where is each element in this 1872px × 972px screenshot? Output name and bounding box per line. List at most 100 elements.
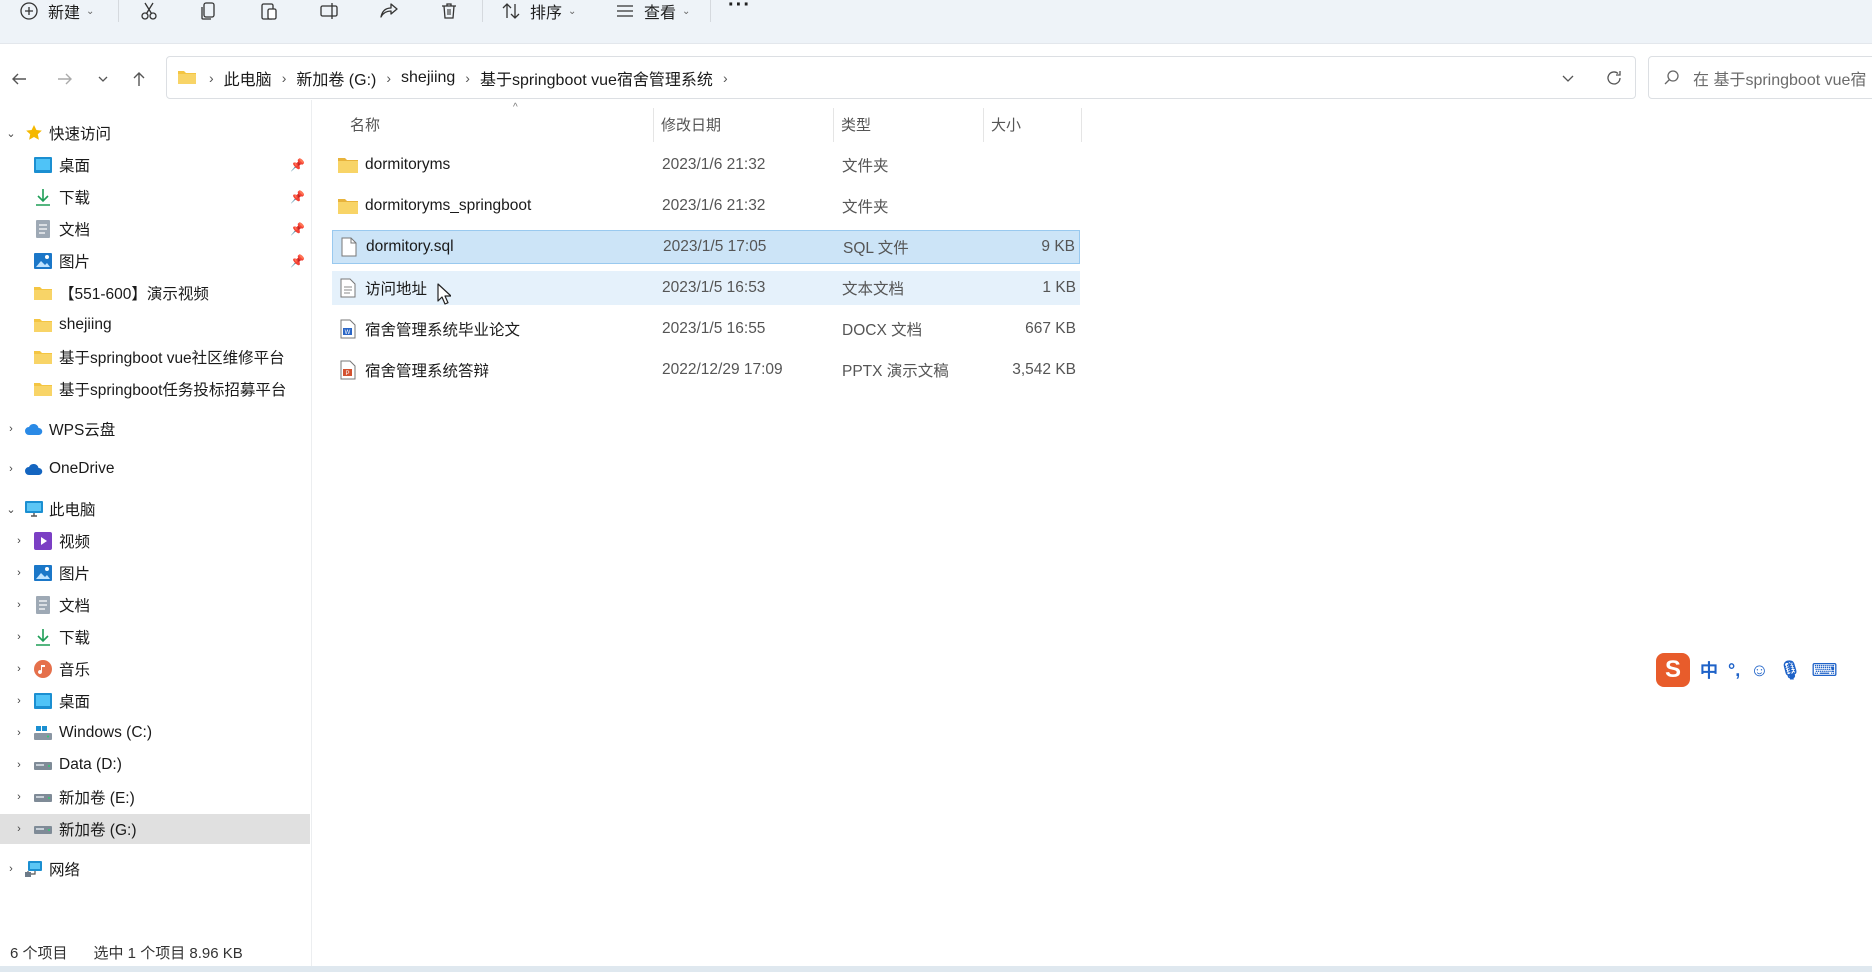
chevron-right-icon[interactable]: › xyxy=(12,726,26,740)
sidebar-item-recent-folder[interactable]: 【551-600】演示视频 xyxy=(0,278,310,308)
forward-button[interactable] xyxy=(54,68,76,90)
rename-icon xyxy=(318,0,340,22)
new-button[interactable]: 新建 ⌄ xyxy=(18,0,94,22)
share-icon xyxy=(378,0,400,22)
file-row[interactable]: P 宿舍管理系统答辩 2022/12/29 17:09 PPTX 演示文稿 3,… xyxy=(332,353,1080,387)
chevron-right-icon[interactable]: › xyxy=(4,862,18,876)
copy-button[interactable] xyxy=(198,0,220,22)
chevron-right-icon[interactable]: › xyxy=(4,462,18,476)
paste-button[interactable] xyxy=(258,0,280,22)
microphone-icon[interactable]: 🎙 xyxy=(1779,660,1802,681)
sidebar-item-downloads[interactable]: › 下载 xyxy=(0,622,310,652)
sidebar-item-wps-cloud[interactable]: › WPS云盘 xyxy=(0,414,310,444)
sidebar-item-recent-folder[interactable]: shejiing xyxy=(0,310,310,340)
chevron-right-icon[interactable]: › xyxy=(12,694,26,708)
sidebar-item-network[interactable]: › 网络 xyxy=(0,854,310,884)
punctuation-icon[interactable]: °, xyxy=(1728,660,1740,681)
navigation-bar: › 此电脑 › 新加卷 (G:) › shejiing › 基于springboot … xyxy=(0,56,1872,100)
breadcrumb-this-pc[interactable]: 此电脑 › xyxy=(224,66,297,90)
column-divider[interactable] xyxy=(1081,108,1082,142)
ellipsis-icon: ··· xyxy=(728,0,751,16)
sidebar-item-desktop[interactable]: › 桌面 xyxy=(0,686,310,716)
chevron-right-icon[interactable]: › xyxy=(12,758,26,772)
sidebar-item-music[interactable]: › 音乐 xyxy=(0,654,310,684)
rename-button[interactable] xyxy=(318,0,340,22)
back-button[interactable] xyxy=(8,68,30,90)
recent-locations-button[interactable] xyxy=(92,68,114,90)
file-row[interactable]: dormitoryms 2023/1/6 21:32 文件夹 xyxy=(332,148,1080,182)
sidebar-item-drive-e[interactable]: › 新加卷 (E:) xyxy=(0,782,310,812)
sidebar-item-pictures[interactable]: › 图片 xyxy=(0,558,310,588)
folder-icon xyxy=(338,196,358,216)
network-icon xyxy=(24,859,44,879)
clipboard-icon xyxy=(258,0,280,22)
chevron-right-icon[interactable]: › xyxy=(4,422,18,436)
sort-ascending-icon: ^ xyxy=(513,102,518,113)
up-button[interactable] xyxy=(128,68,150,90)
sidebar-item-recent-folder[interactable]: 基于springboot vue社区维修平台 xyxy=(0,342,310,372)
column-header-size[interactable]: 大小 xyxy=(991,104,1081,144)
column-divider[interactable] xyxy=(833,108,834,142)
breadcrumb-drive-g[interactable]: 新加卷 (G:) › xyxy=(296,66,401,90)
column-header-name[interactable]: 名称 ^ xyxy=(350,102,670,144)
chevron-right-icon[interactable]: › xyxy=(12,790,26,804)
chevron-right-icon[interactable]: › xyxy=(12,566,26,580)
ime-toolbar[interactable]: S 中 °, ☺ 🎙 ⌨ xyxy=(1656,652,1872,688)
sidebar-item-drive-g[interactable]: › 新加卷 (G:) xyxy=(0,814,310,844)
search-box[interactable]: 在 基于springboot vue宿 xyxy=(1648,56,1872,99)
sidebar-item-downloads[interactable]: 下载 📌 xyxy=(0,182,310,212)
sidebar-item-documents[interactable]: 文档 📌 xyxy=(0,214,310,244)
toolbar-divider xyxy=(118,0,119,22)
powerpoint-icon: P xyxy=(338,360,358,380)
sort-button[interactable]: 排序 ⌄ xyxy=(500,0,576,22)
breadcrumb-current-folder[interactable]: 基于springboot vue宿舍管理系统 › xyxy=(480,66,738,90)
sidebar-item-recent-folder[interactable]: 基于springboot任务投标招募平台 xyxy=(0,374,310,404)
sidebar-item-quick-access[interactable]: ⌄ 快速访问 xyxy=(0,118,310,148)
breadcrumb-shejiing[interactable]: shejiing › xyxy=(401,69,480,87)
cut-button[interactable] xyxy=(138,0,160,22)
refresh-icon xyxy=(1607,71,1621,85)
sidebar-item-drive-c[interactable]: › Windows (C:) xyxy=(0,718,310,748)
address-dropdown-button[interactable] xyxy=(1557,67,1579,89)
view-label: 查看 xyxy=(644,5,677,22)
document-icon xyxy=(33,595,53,615)
sogou-logo-icon[interactable]: S xyxy=(1656,653,1690,687)
sidebar-item-videos[interactable]: › 视频 xyxy=(0,526,310,556)
view-button[interactable]: 查看 ⌄ xyxy=(614,0,690,22)
file-row[interactable]: W 宿舍管理系统毕业论文 2023/1/5 16:55 DOCX 文档 667 … xyxy=(332,312,1080,346)
sidebar-item-onedrive[interactable]: › OneDrive xyxy=(0,454,310,484)
keyboard-icon[interactable]: ⌨ xyxy=(1811,660,1837,681)
column-divider[interactable] xyxy=(653,108,654,142)
more-options-button[interactable]: ··· xyxy=(728,0,751,16)
refresh-button[interactable] xyxy=(1603,67,1625,89)
chevron-right-icon[interactable]: › xyxy=(12,662,26,676)
folder-icon xyxy=(338,155,358,175)
address-bar[interactable]: › 此电脑 › 新加卷 (G:) › shejiing › 基于springboot … xyxy=(166,56,1636,99)
sidebar-item-documents[interactable]: › 文档 xyxy=(0,590,310,620)
ime-mode-toggle[interactable]: 中 xyxy=(1700,657,1718,683)
sidebar-item-drive-d[interactable]: › Data (D:) xyxy=(0,750,310,780)
chevron-right-icon[interactable]: › xyxy=(12,630,26,644)
sidebar-item-pictures[interactable]: 图片 📌 xyxy=(0,246,310,276)
video-icon xyxy=(33,531,53,551)
file-row-selected[interactable]: dormitory.sql 2023/1/5 17:05 SQL 文件 9 KB xyxy=(332,230,1080,264)
chevron-down-icon[interactable]: ⌄ xyxy=(4,126,18,140)
sidebar-item-desktop[interactable]: 桌面 📌 xyxy=(0,150,310,180)
onedrive-cloud-icon xyxy=(24,459,44,479)
chevron-down-icon[interactable]: ⌄ xyxy=(4,502,18,516)
delete-button[interactable] xyxy=(438,0,460,22)
arrow-up-icon xyxy=(133,72,145,86)
pane-divider[interactable] xyxy=(311,100,312,970)
windows-drive-icon xyxy=(33,723,53,743)
column-divider[interactable] xyxy=(983,108,984,142)
column-header-type[interactable]: 类型 xyxy=(841,104,981,144)
file-row[interactable]: dormitoryms_springboot 2023/1/6 21:32 文件… xyxy=(332,189,1080,223)
emoji-icon[interactable]: ☺ xyxy=(1750,660,1768,681)
share-button[interactable] xyxy=(378,0,400,22)
chevron-right-icon[interactable]: › xyxy=(12,534,26,548)
sidebar-item-this-pc[interactable]: ⌄ 此电脑 xyxy=(0,494,310,524)
column-header-date[interactable]: 修改日期 xyxy=(661,104,831,144)
search-placeholder: 在 基于springboot vue宿 xyxy=(1693,71,1867,89)
chevron-right-icon[interactable]: › xyxy=(12,822,26,836)
chevron-right-icon[interactable]: › xyxy=(12,598,26,612)
